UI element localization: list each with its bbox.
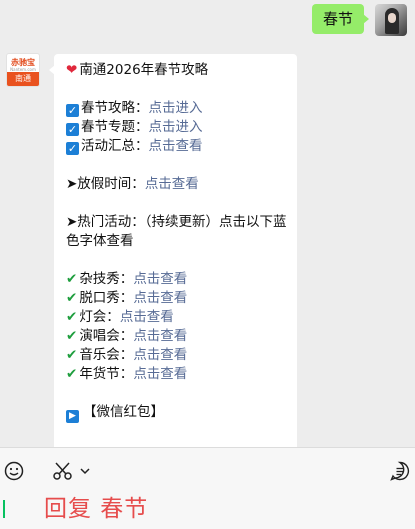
bot-message-bubble: ❤ 南通2026年春节攻略 ✓ 春节攻略：点击进入 ✓ 春节专题：点击进入 ✓ 活动汇总… bbox=[49, 54, 297, 447]
check-label: 春节攻略： bbox=[81, 100, 149, 116]
event-link[interactable]: 点击查看 bbox=[133, 347, 187, 363]
checkmark-icon: ✔ bbox=[66, 328, 78, 344]
checkbox-icon: ✓ bbox=[66, 123, 79, 136]
checkmark-icon: ✔ bbox=[66, 271, 78, 287]
my-avatar[interactable] bbox=[375, 4, 407, 36]
play-icon: ▶ bbox=[66, 410, 79, 423]
event-item: ✔ 脱口秀：点击查看 bbox=[66, 289, 287, 308]
checkmark-icon: ✔ bbox=[66, 347, 78, 363]
check-item: ✓ 春节攻略：点击进入 bbox=[66, 99, 287, 118]
red-packet-line: ▶ 【微信红包】 bbox=[66, 403, 287, 423]
guide-link[interactable]: 点击进入 bbox=[149, 100, 203, 116]
event-link[interactable]: 点击查看 bbox=[133, 290, 187, 306]
reply-toolbar: 回复 春节 bbox=[0, 447, 415, 529]
event-label: 杂技秀： bbox=[79, 271, 134, 287]
bot-avatar-brand: 赤驰宝 bbox=[11, 58, 35, 67]
emoji-icon[interactable] bbox=[4, 461, 24, 481]
checkbox-icon: ✓ bbox=[66, 104, 79, 117]
menu-icon[interactable] bbox=[390, 461, 410, 481]
checkmark-icon: ✔ bbox=[66, 366, 78, 382]
text-cursor bbox=[3, 500, 5, 518]
holiday-link[interactable]: 点击查看 bbox=[145, 176, 199, 192]
heart-icon: ❤ bbox=[66, 62, 78, 78]
holiday-line: ➤放假时间：点击查看 bbox=[66, 175, 287, 194]
chat-area: 春节 赤驰宝 Nantem.com 南通 ❤ 南通2026年春节攻略 ✓ 春节攻略：… bbox=[0, 0, 415, 447]
checkmark-icon: ✔ bbox=[66, 309, 78, 325]
event-label: 音乐会： bbox=[79, 347, 134, 363]
bot-avatar-city: 南通 bbox=[7, 72, 39, 86]
scissors-icon[interactable] bbox=[52, 461, 74, 481]
event-link[interactable]: 点击查看 bbox=[133, 271, 187, 287]
event-item: ✔ 演唱会：点击查看 bbox=[66, 327, 287, 346]
event-item: ✔ 杂技秀：点击查看 bbox=[66, 270, 287, 289]
red-packet-label: 【微信红包】 bbox=[83, 404, 164, 420]
event-label: 灯会： bbox=[79, 309, 120, 325]
reply-input-text[interactable]: 回复 春节 bbox=[44, 495, 148, 523]
check-item: ✓ 活动汇总：点击查看 bbox=[66, 137, 287, 156]
events-summary-link[interactable]: 点击查看 bbox=[149, 138, 203, 154]
check-label: 春节专题： bbox=[81, 119, 149, 135]
event-link[interactable]: 点击查看 bbox=[133, 366, 187, 382]
check-label: 活动汇总： bbox=[81, 138, 149, 154]
bot-avatar[interactable]: 赤驰宝 Nantem.com 南通 bbox=[6, 53, 40, 87]
special-topic-link[interactable]: 点击进入 bbox=[149, 119, 203, 135]
my-message-bubble[interactable]: 春节 bbox=[311, 4, 370, 34]
event-label: 年货节： bbox=[79, 366, 134, 382]
event-item: ✔ 年货节：点击查看 bbox=[66, 365, 287, 384]
chevron-down-icon[interactable] bbox=[80, 468, 90, 475]
hot-events-text: ➤热门活动：（持续更新）点击以下蓝色字体查看 bbox=[66, 214, 287, 249]
holiday-label: ➤放假时间： bbox=[66, 176, 145, 192]
event-label: 脱口秀： bbox=[79, 290, 134, 306]
message-title: 南通2026年春节攻略 bbox=[79, 62, 209, 78]
check-item: ✓ 春节专题：点击进入 bbox=[66, 118, 287, 137]
checkbox-icon: ✓ bbox=[66, 142, 79, 155]
event-link[interactable]: 点击查看 bbox=[133, 328, 187, 344]
event-label: 演唱会： bbox=[79, 328, 134, 344]
my-message-text: 春节 bbox=[322, 10, 353, 28]
checkmark-icon: ✔ bbox=[66, 290, 78, 306]
event-link[interactable]: 点击查看 bbox=[120, 309, 174, 325]
event-item: ✔ 音乐会：点击查看 bbox=[66, 346, 287, 365]
message-title-line: ❤ 南通2026年春节攻略 bbox=[66, 61, 287, 80]
event-item: ✔ 灯会：点击查看 bbox=[66, 308, 287, 327]
avatar-face bbox=[388, 13, 396, 23]
